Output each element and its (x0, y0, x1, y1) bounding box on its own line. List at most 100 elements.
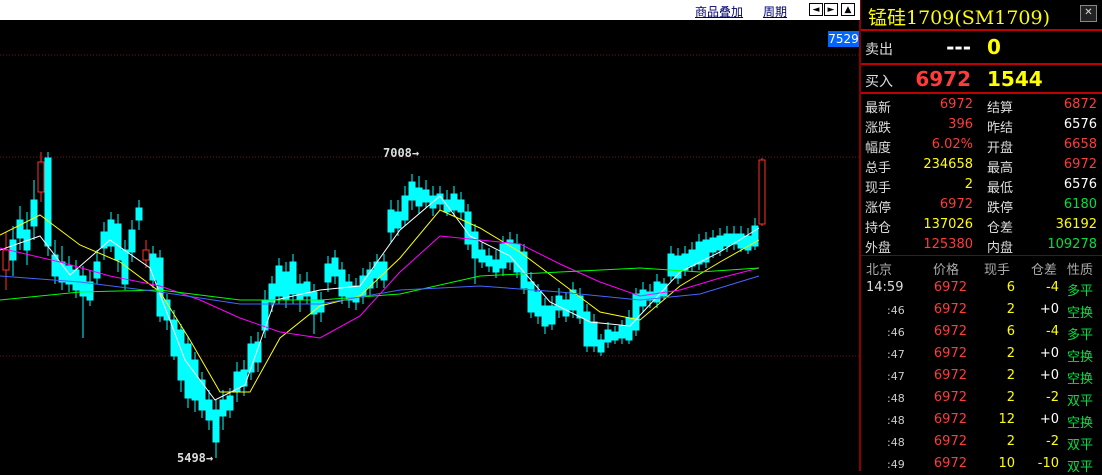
ticks-header-price: 价格 (933, 263, 960, 278)
quote-label: 幅度 (865, 141, 892, 156)
tick-volume: 2 (1006, 302, 1015, 317)
tick-oi-change: +0 (1039, 412, 1059, 427)
candle-body (219, 399, 227, 417)
tick-row: :49 6972 10 -10 双平 (861, 453, 1102, 475)
quote-panel: 锰硅1709(SM1709) ✕ 卖出 --- 0 买入 6972 1544 最… (860, 0, 1102, 475)
candlestick-chart[interactable]: 商品叠加 周期 ◄ ► ▲ 7529 7008→ 5498→ (0, 0, 860, 471)
candle-body (331, 257, 339, 277)
candle-body (240, 369, 248, 387)
tick-row: :46 6972 6 -4 多平 (861, 321, 1102, 343)
candle-body (9, 239, 17, 261)
candle-body (275, 265, 283, 297)
tick-price: 6972 (933, 412, 967, 427)
kline-canvas[interactable] (0, 0, 860, 471)
candle-body (562, 299, 570, 317)
candle-body (387, 209, 395, 233)
tick-price: 6972 (933, 302, 967, 317)
tick-time: :49 (887, 458, 905, 471)
tick-volume: 12 (998, 412, 1015, 427)
quote-value: 109278 (1047, 237, 1097, 252)
tick-oi-change: -10 (1037, 456, 1059, 471)
candle-body (450, 193, 458, 211)
candle-body (415, 187, 423, 207)
quote-row: 幅度 6.02% 开盘 6658 (861, 135, 1102, 156)
tick-price: 6972 (933, 280, 967, 295)
candle-body (695, 241, 703, 265)
candle-body (597, 339, 605, 353)
candle-body (296, 283, 304, 301)
candle-body (639, 289, 647, 307)
quote-value: 125380 (923, 237, 973, 252)
candle-body (471, 231, 479, 259)
candle-body (254, 341, 262, 363)
quote-row: 总手 234658 最高 6972 (861, 155, 1102, 176)
candle-body (709, 237, 717, 253)
quote-label: 最低 (987, 181, 1014, 196)
candle-body (485, 255, 493, 267)
tick-oi-change: -2 (1046, 434, 1059, 449)
contract-title-bar: 锰硅1709(SM1709) ✕ (861, 0, 1102, 30)
quote-label: 结算 (987, 101, 1014, 116)
candle-body (128, 229, 136, 253)
candle-body (338, 269, 346, 297)
tick-nature: 空换 (1067, 416, 1094, 431)
quote-label: 现手 (865, 181, 892, 196)
tick-nature: 空换 (1067, 306, 1094, 321)
candle-body (401, 195, 409, 221)
tick-nature: 空换 (1067, 350, 1094, 365)
quote-label: 昨结 (987, 121, 1014, 136)
close-icon[interactable]: ✕ (1080, 5, 1097, 22)
candle-body (723, 233, 731, 247)
candle-body (44, 157, 52, 247)
candle-body (2, 249, 10, 271)
quote-label: 涨停 (865, 201, 892, 216)
left-arrow-icon[interactable]: ◄ (809, 3, 823, 16)
tick-row: :48 6972 2 -2 双平 (861, 431, 1102, 453)
quote-value: 6972 (1063, 157, 1097, 172)
tick-volume: 2 (1006, 346, 1015, 361)
quote-value: 6972 (939, 197, 973, 212)
tick-time: :47 (887, 348, 905, 361)
tick-price: 6972 (933, 346, 967, 361)
tick-price: 6972 (933, 390, 967, 405)
tick-price: 6972 (933, 324, 967, 339)
tick-oi-change: -2 (1046, 390, 1059, 405)
tick-nature: 双平 (1067, 460, 1094, 475)
ticks-header-nature: 性质 (1067, 263, 1094, 278)
candle-body (499, 243, 507, 269)
ma-line-magenta (0, 235, 760, 339)
tick-volume: 2 (1006, 390, 1015, 405)
candle-body (541, 305, 549, 327)
quote-row: 外盘 125380 内盘 109278 (861, 235, 1102, 256)
quote-label: 总手 (865, 161, 892, 176)
tick-time: :46 (887, 326, 905, 339)
right-arrow-icon[interactable]: ► (824, 3, 838, 16)
quote-value: 6872 (1063, 97, 1097, 112)
candle-body (513, 243, 521, 273)
candle-body (205, 399, 213, 421)
quote-label: 最新 (865, 101, 892, 116)
tick-volume: 10 (998, 456, 1015, 471)
candle-body (604, 329, 612, 343)
ticks-header-oi: 仓差 (1031, 263, 1058, 278)
tick-time: :48 (887, 392, 905, 405)
quote-label: 仓差 (987, 221, 1014, 236)
tick-nature: 多平 (1067, 284, 1094, 299)
quote-row: 现手 2 最低 6576 (861, 175, 1102, 196)
candle-body (618, 325, 626, 339)
quote-value: 6576 (1063, 177, 1097, 192)
buy-price: 6972 (915, 67, 971, 91)
quote-value: 6658 (1063, 137, 1097, 152)
up-arrow-icon[interactable]: ▲ (841, 3, 855, 16)
candle-body (625, 317, 633, 341)
quote-value: 6.02% (931, 137, 973, 152)
overlay-link[interactable]: 商品叠加 (695, 3, 743, 20)
candle-body (681, 253, 689, 271)
tick-price: 6972 (933, 368, 967, 383)
candle-body (37, 161, 45, 193)
candle-body (492, 259, 500, 273)
quote-label: 涨跌 (865, 121, 892, 136)
tick-volume: 6 (1006, 324, 1015, 339)
tick-oi-change: -4 (1046, 324, 1059, 339)
period-link[interactable]: 周期 (763, 3, 787, 20)
